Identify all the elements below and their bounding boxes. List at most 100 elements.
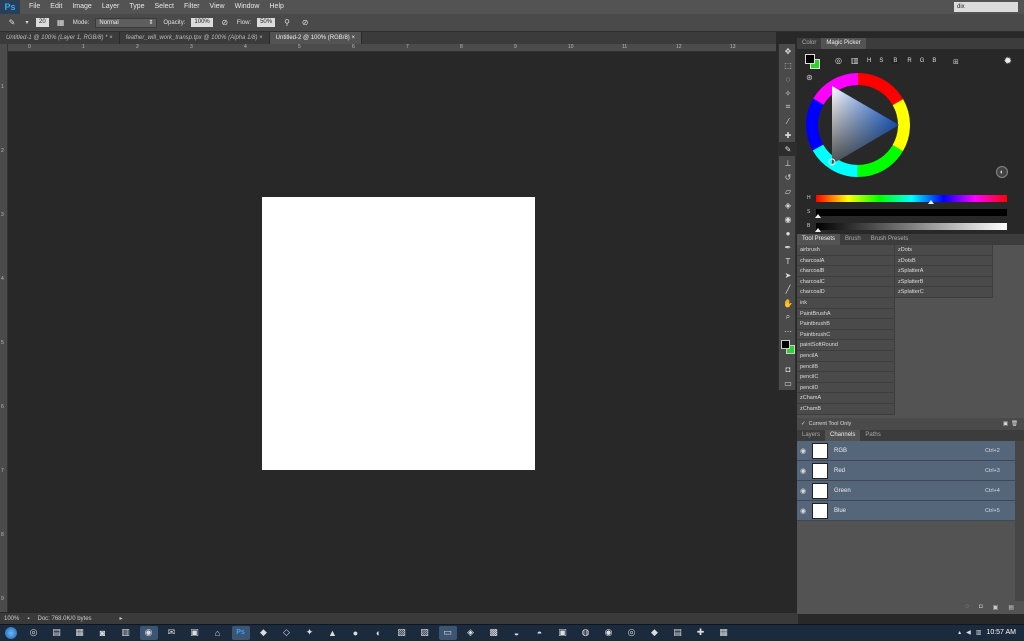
preset-item[interactable]: pencilB bbox=[797, 361, 895, 373]
eraser-tool-icon[interactable]: ▱ bbox=[779, 184, 797, 198]
current-tool-only-checkbox[interactable]: ✓ bbox=[801, 421, 806, 427]
pen-tool-icon[interactable]: ✒ bbox=[779, 240, 797, 254]
pin-icon[interactable]: ⊞ bbox=[953, 58, 959, 66]
preset-item[interactable]: paintSoftRound bbox=[797, 340, 895, 351]
tab-tool-presets[interactable]: Tool Presets bbox=[797, 234, 841, 245]
taskbar-app-icon[interactable]: ▤ bbox=[669, 626, 687, 640]
taskbar-app-icon[interactable]: ◈ bbox=[462, 626, 480, 640]
preset-item[interactable]: pencilD bbox=[797, 382, 895, 394]
document-canvas[interactable] bbox=[262, 197, 535, 470]
healing-brush-tool-icon[interactable]: ✚ bbox=[779, 128, 797, 142]
taskbar-app-icon[interactable]: ▨ bbox=[416, 626, 434, 640]
hue-slider-thumb[interactable] bbox=[927, 199, 934, 204]
workspace-search-field[interactable]: dix bbox=[954, 2, 1018, 12]
tray-arrow-icon[interactable]: ▴ bbox=[958, 629, 961, 636]
status-menu-icon[interactable]: ▪ bbox=[27, 616, 29, 622]
hand-tool-icon[interactable]: ✋ bbox=[779, 296, 797, 310]
settings-gear-icon[interactable]: ✹ bbox=[1004, 56, 1012, 67]
tab-brush-presets[interactable]: Brush Presets bbox=[866, 234, 914, 245]
lasso-tool-icon[interactable]: ◌ bbox=[779, 72, 797, 86]
taskbar-app-icon[interactable]: ▣ bbox=[186, 626, 204, 640]
channels-scrollbar[interactable] bbox=[1015, 441, 1024, 601]
menu-select[interactable]: Select bbox=[150, 0, 179, 14]
taskbar-app-icon[interactable]: ✦ bbox=[301, 626, 319, 640]
taskbar-app-icon[interactable]: ◆ bbox=[646, 626, 664, 640]
hue-ring-triangle-picker[interactable] bbox=[805, 72, 911, 178]
trash-icon[interactable]: 🗑 bbox=[1011, 421, 1018, 427]
menu-edit[interactable]: Edit bbox=[45, 0, 67, 14]
quick-mask-icon[interactable]: ◘ bbox=[779, 362, 797, 376]
close-icon[interactable]: × bbox=[259, 35, 263, 41]
tab-brush[interactable]: Brush bbox=[840, 234, 866, 245]
history-brush-tool-icon[interactable]: ↺ bbox=[779, 170, 797, 184]
menu-layer[interactable]: Layer bbox=[97, 0, 125, 14]
brush-tool-icon[interactable]: ✎ bbox=[779, 142, 797, 156]
taskbar-app-icon[interactable]: ▭ bbox=[438, 625, 457, 640]
taskbar-app-icon[interactable]: ◎ bbox=[25, 626, 43, 640]
close-icon[interactable]: × bbox=[351, 35, 355, 41]
menu-type[interactable]: Type bbox=[124, 0, 149, 14]
clock[interactable]: 10:57 AM bbox=[986, 629, 1016, 636]
taskbar-app-icon[interactable]: ◆ bbox=[255, 626, 273, 640]
taskbar-app-icon[interactable]: ✚ bbox=[692, 626, 710, 640]
pressure-size-icon[interactable]: ⊘ bbox=[299, 17, 311, 29]
eyedropper-icon[interactable]: ◐ bbox=[996, 166, 1008, 178]
menu-image[interactable]: Image bbox=[67, 0, 96, 14]
trash-icon[interactable]: ▤ bbox=[1008, 604, 1014, 614]
preset-item[interactable]: pencilC bbox=[797, 372, 895, 383]
channel-row-green[interactable]: ◉ Green Ctrl+4 bbox=[797, 481, 1015, 501]
brush-size-field[interactable]: 20 bbox=[36, 18, 49, 27]
new-channel-icon[interactable]: ▣ bbox=[993, 604, 999, 614]
foreground-color-swatch[interactable] bbox=[781, 340, 790, 349]
tab-channels[interactable]: Channels bbox=[825, 430, 861, 441]
eye-icon[interactable]: ◉ bbox=[797, 487, 809, 495]
taskbar-chrome-icon[interactable]: ◉ bbox=[139, 625, 158, 640]
menu-view[interactable]: View bbox=[205, 0, 230, 14]
taskbar-app-icon[interactable]: ◉ bbox=[600, 626, 618, 640]
save-selection-icon[interactable]: ◘ bbox=[979, 604, 983, 614]
airbrush-icon[interactable]: ⚲ bbox=[281, 17, 293, 29]
start-button[interactable] bbox=[0, 625, 22, 641]
mode-b-button[interactable]: B bbox=[891, 58, 900, 64]
taskbar-app-icon[interactable]: ⌂ bbox=[209, 626, 227, 640]
brightness-slider[interactable] bbox=[815, 222, 1007, 232]
crop-tool-icon[interactable]: ⌗ bbox=[779, 100, 797, 114]
doc-tab-untitled-2[interactable]: Untitled-2 @ 100% (RGB/8) × bbox=[269, 32, 362, 44]
ruler-horizontal[interactable]: 0 1 2 3 4 5 6 7 8 9 10 11 12 13 bbox=[8, 44, 776, 52]
taskbar-app-icon[interactable]: ▦ bbox=[71, 626, 89, 640]
taskbar-app-icon[interactable]: ▣ bbox=[554, 626, 572, 640]
preset-item[interactable]: charcoalA bbox=[797, 255, 895, 267]
zoom-level[interactable]: 100% bbox=[4, 616, 19, 622]
taskbar-app-icon[interactable]: ◎ bbox=[623, 626, 641, 640]
hue-slider[interactable] bbox=[816, 194, 1007, 204]
taskbar-app-icon[interactable]: ◙ bbox=[94, 626, 112, 640]
path-select-tool-icon[interactable]: ➤ bbox=[779, 268, 797, 282]
menu-file[interactable]: File bbox=[24, 0, 45, 14]
preset-item[interactable]: zDots bbox=[895, 245, 993, 256]
chevron-down-icon[interactable]: ▾ bbox=[24, 17, 30, 29]
saturation-slider-thumb[interactable] bbox=[815, 213, 821, 218]
taskbar-app-icon[interactable]: ▩ bbox=[485, 626, 503, 640]
tab-magic-picker[interactable]: Magic Picker bbox=[821, 38, 866, 49]
flow-field[interactable]: 50% bbox=[257, 18, 276, 27]
channel-row-rgb[interactable]: ◉ RGB Ctrl+2 bbox=[797, 441, 1015, 461]
taskbar-app-icon[interactable]: ◓ bbox=[531, 626, 549, 640]
preset-item[interactable]: zSplatterB bbox=[895, 276, 993, 288]
channel-row-blue[interactable]: ◉ Blue Ctrl+5 bbox=[797, 501, 1015, 521]
marquee-tool-icon[interactable]: ⬚ bbox=[779, 58, 797, 72]
taskbar-app-icon[interactable]: ▤ bbox=[48, 626, 66, 640]
preset-item[interactable]: zSplatterA bbox=[895, 266, 993, 277]
color-swatches[interactable] bbox=[779, 338, 795, 362]
mode-b2-button[interactable]: B bbox=[932, 58, 936, 64]
taskbar-photoshop-icon[interactable]: Ps bbox=[231, 625, 250, 640]
preset-item[interactable]: zChamB bbox=[797, 403, 895, 415]
taskbar-app-icon[interactable]: ▧ bbox=[393, 626, 411, 640]
screen-mode-icon[interactable]: ▭ bbox=[779, 376, 797, 390]
eye-icon[interactable]: ◉ bbox=[797, 447, 809, 455]
menu-help[interactable]: Help bbox=[265, 0, 289, 14]
volume-icon[interactable]: ◀ bbox=[966, 629, 971, 636]
more-tools-icon[interactable]: ⋯ bbox=[779, 324, 797, 338]
mode-h-button[interactable]: H bbox=[867, 58, 871, 64]
tab-layers[interactable]: Layers bbox=[797, 430, 825, 441]
brush-panel-toggle-icon[interactable]: ▦ bbox=[55, 17, 67, 29]
